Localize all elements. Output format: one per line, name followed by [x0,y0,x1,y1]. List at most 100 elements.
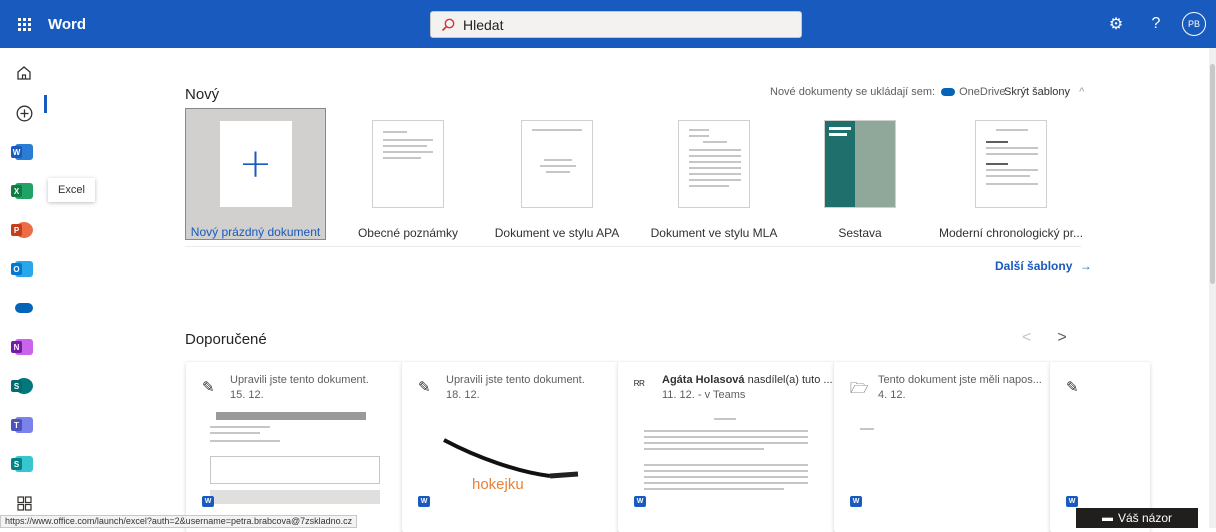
rail-sway[interactable]: S [0,445,48,483]
onenote-icon: N [11,339,33,355]
word-file-icon: W [1066,496,1078,507]
rail-onenote[interactable]: N [0,328,48,366]
plus-icon: + [219,121,292,207]
waffle-icon [17,17,31,31]
rail-onedrive[interactable] [0,289,48,327]
save-location[interactable]: OneDrive [959,86,1005,98]
rail-word[interactable]: W [0,133,48,171]
page-scrollbar[interactable] [1209,48,1216,528]
template-mla[interactable]: Dokument ve stylu MLA [643,108,785,240]
template-modern-resume[interactable]: Moderní chronologický pr... [928,108,1094,240]
rail-create[interactable] [0,94,48,132]
status-url: https://www.office.com/launch/excel?auth… [0,515,358,528]
pencil-icon: ✎ [202,379,215,396]
feedback-button[interactable]: ▬ Váš názor [1076,508,1198,528]
card-author: Agáta Holasová [662,374,745,386]
sharepoint-icon: S [11,378,33,394]
avatar: PB [1182,12,1206,36]
pencil-icon: ✎ [418,379,431,396]
card-date: 4. 12. [878,389,906,401]
settings-button[interactable]: ⚙ [1096,0,1136,48]
help-icon: ? [1151,15,1161,32]
card-activity: Upravili jste tento dokument. [446,374,585,386]
template-apa[interactable]: Dokument ve stylu APA [492,108,622,240]
teams-icon: T [11,417,33,433]
excel-icon: X [11,183,33,199]
template-thumbnail [521,120,593,208]
new-section-title: Nový [185,86,220,103]
document-preview: hokejku W [418,408,602,528]
gear-icon: ⚙ [1108,16,1124,33]
template-thumbnail [824,120,896,208]
document-preview: W [850,408,1034,528]
template-thumbnail [975,120,1047,208]
onedrive-icon [15,303,33,313]
recommended-card[interactable]: ✎ W [1050,362,1150,532]
rail-teams[interactable]: T [0,406,48,444]
card-activity: Upravili jste tento dokument. [230,374,369,386]
scrollbar-thumb[interactable] [1210,64,1215,284]
template-label: Nový prázdný dokument [190,225,321,239]
template-label: Obecné poznámky [357,226,459,240]
shared-people-icon: ᴿᴿ [634,378,645,392]
home-icon [17,66,31,80]
recommended-card[interactable]: ✎ Upravili jste tento dokument. 15. 12. … [186,362,402,532]
app-launcher-button[interactable] [0,0,48,48]
rail-excel[interactable]: X [0,172,48,210]
app-rail: W X P O N S T S [0,48,48,528]
template-general-notes[interactable]: Obecné poznámky [344,108,472,240]
word-file-icon: W [634,496,646,507]
save-location-note: Nové dokumenty se ukládají sem: OneDrive [770,86,1006,98]
rail-tooltip: Excel [48,178,95,202]
folder-open-icon: 🗁 [850,380,869,397]
section-divider [185,246,1081,247]
outlook-icon: O [11,261,33,277]
recommended-card[interactable]: ᴿᴿ Agáta Holasová nasdílel(a) tuto ... 1… [618,362,834,532]
document-preview: W [634,408,818,528]
template-label: Sestava [838,226,882,240]
pencil-icon: ✎ [1066,379,1079,396]
account-button[interactable]: PB [1176,0,1216,48]
template-label: Dokument ve stylu MLA [650,226,778,240]
sway-icon: S [11,456,33,472]
search-icon [441,18,455,31]
template-thumbnail [372,120,444,208]
search-placeholder: Hledat [463,16,504,33]
previous-arrow-icon[interactable]: < [1022,329,1031,347]
document-preview: W [202,408,386,528]
powerpoint-icon: P [11,222,33,238]
rail-home[interactable] [0,54,48,92]
save-note-text: Nové dokumenty se ukládají sem: [770,86,936,98]
word-file-icon: W [850,496,862,507]
template-thumbnail [678,120,750,208]
more-templates-label: Další šablony [995,259,1073,273]
rail-sharepoint[interactable]: S [0,367,48,405]
card-date: 15. 12. [230,389,264,401]
onedrive-cloud-icon [941,88,956,96]
template-label: Moderní chronologický pr... [938,226,1084,240]
app-name[interactable]: Word [48,16,86,33]
apps-grid-icon [16,495,32,511]
rail-powerpoint[interactable]: P [0,211,48,249]
feedback-label: Váš názor [1117,511,1173,525]
recommended-card[interactable]: 🗁 Tento dokument jste měli napos... 4. 1… [834,362,1050,532]
next-arrow-icon[interactable]: > [1057,329,1066,347]
card-date: 18. 12. [446,389,480,401]
template-blank[interactable]: + Nový prázdný dokument [185,108,326,240]
recommended-card[interactable]: ✎ Upravili jste tento dokument. 18. 12. … [402,362,618,532]
word-file-icon: W [418,496,430,507]
card-activity: Tento dokument jste měli napos... [878,374,1042,386]
add-circle-icon [16,105,32,121]
arrow-right-icon: → [1079,259,1092,273]
rail-outlook[interactable]: O [0,250,48,288]
search-box[interactable]: Hledat [430,11,802,38]
preview-caption: hokejku [472,476,524,493]
help-button[interactable]: ? [1136,0,1176,48]
template-label: Dokument ve stylu APA [494,226,620,240]
chevron-up-icon: ^ [1079,86,1085,98]
template-report[interactable]: Sestava [810,108,910,240]
more-templates-link[interactable]: Další šablony → [995,259,1092,273]
word-icon: W [11,144,33,160]
card-activity: nasdílel(a) tuto ... [744,374,833,386]
hide-templates-button[interactable]: Skrýt šablony ^ [1004,86,1084,98]
